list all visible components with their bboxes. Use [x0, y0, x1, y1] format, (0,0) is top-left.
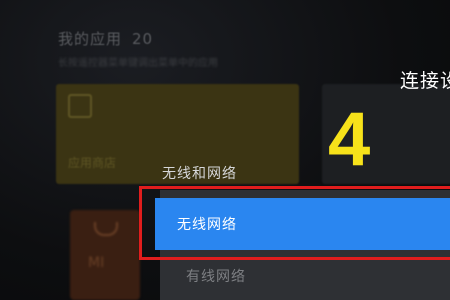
store-icon: [68, 94, 92, 118]
apps-page-title: 我的应用 20: [58, 28, 153, 49]
settings-panel-title: 连接设: [400, 70, 450, 92]
mi-store-tile[interactable]: MI: [70, 210, 140, 300]
apps-subtitle: 长按遥控器菜单键调出菜单中的应用: [58, 58, 218, 69]
apps-count: 20: [132, 30, 154, 48]
app-store-tile-label: 应用商店: [68, 156, 117, 170]
apps-title-text: 我的应用: [58, 30, 123, 48]
wireless-network-section-label: 无线和网络: [162, 166, 237, 182]
step-number-annotation: 4: [328, 97, 371, 182]
mi-logo: MI: [88, 255, 105, 271]
shopping-bag-icon: [94, 222, 118, 236]
menu-item-wired-network[interactable]: 有线网络: [186, 266, 246, 286]
highlight-annotation-box: [139, 186, 450, 260]
